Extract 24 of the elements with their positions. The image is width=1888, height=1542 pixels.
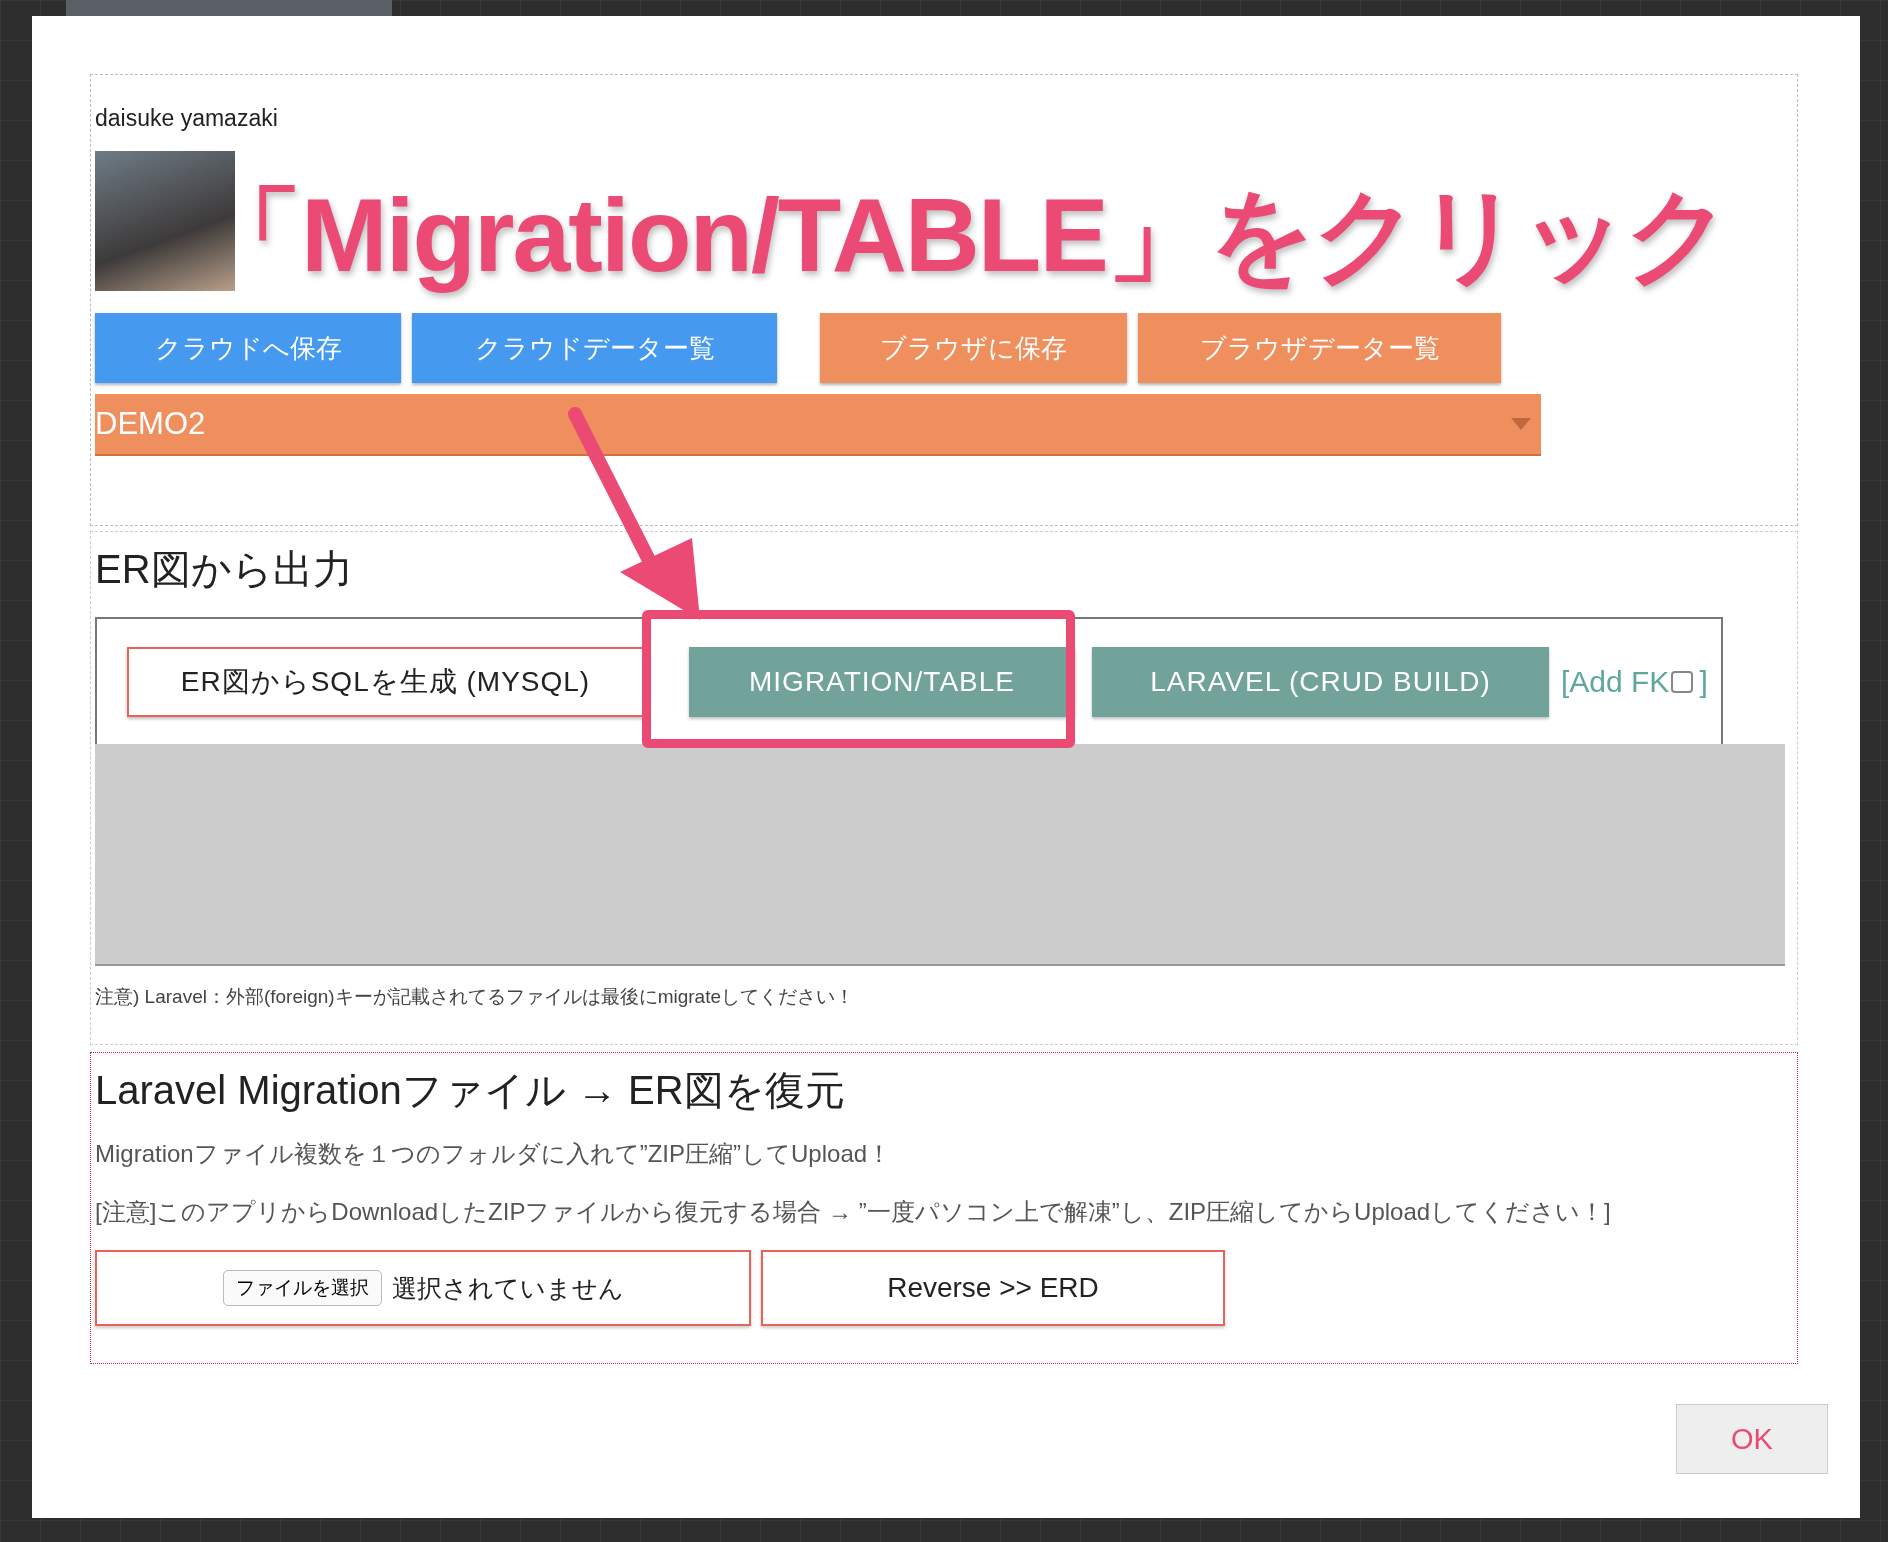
instruction-text: [注意]このアプリからDownloadしたZIPファイルから復元する場合 → ”一度パソコン上で解凍”し、ZIP圧縮してからUploadしてください！] xyxy=(95,1197,1612,1227)
choose-file-button[interactable]: ファイルを選択 xyxy=(222,1270,382,1306)
bracket-text: ] xyxy=(1699,664,1708,699)
storage-button[interactable]: クラウドへ保存 xyxy=(95,313,401,383)
annotation-text: 「Migration/TABLE」をクリック xyxy=(199,176,1729,295)
add-fk-label: [Add FK xyxy=(1561,664,1670,699)
export-button[interactable]: ER図からSQLを生成 (MYSQL) xyxy=(127,646,644,717)
section-title: ER図から出力 xyxy=(95,546,354,593)
storage-button[interactable]: ブラウザに保存 xyxy=(820,313,1127,383)
caret-icon xyxy=(1511,418,1531,430)
reverse-button[interactable]: Reverse >> ERD xyxy=(761,1250,1225,1326)
user-name: daisuke yamazaki xyxy=(95,105,279,133)
export-button[interactable]: LARAVEL (CRUD BUILD) xyxy=(1092,646,1549,717)
storage-button[interactable]: ブラウザデーター覧 xyxy=(1138,313,1501,383)
add-fk-checkbox[interactable] xyxy=(1671,670,1694,693)
note-text: 注意) Laravel：外部(foreign)キーが記載されてるファイルは最後にmigrateしてください！ xyxy=(95,985,856,1009)
project-dropdown[interactable]: DEMO2 xyxy=(95,394,1541,456)
file-status: 選択されていません xyxy=(391,1272,624,1304)
ok-button[interactable]: OK xyxy=(1676,1404,1828,1474)
file-input-field[interactable]: ファイルを選択 選択されていません xyxy=(95,1250,751,1326)
instruction-text: Migrationファイル複数を１つのフォルダに入れて”ZIP圧縮”してUpload！ xyxy=(95,1139,893,1169)
dropdown-value: DEMO2 xyxy=(95,406,206,442)
section-title: Laravel Migrationファイル → ER図を復元 xyxy=(95,1067,846,1114)
storage-button[interactable]: クラウドデーター覧 xyxy=(412,313,777,383)
